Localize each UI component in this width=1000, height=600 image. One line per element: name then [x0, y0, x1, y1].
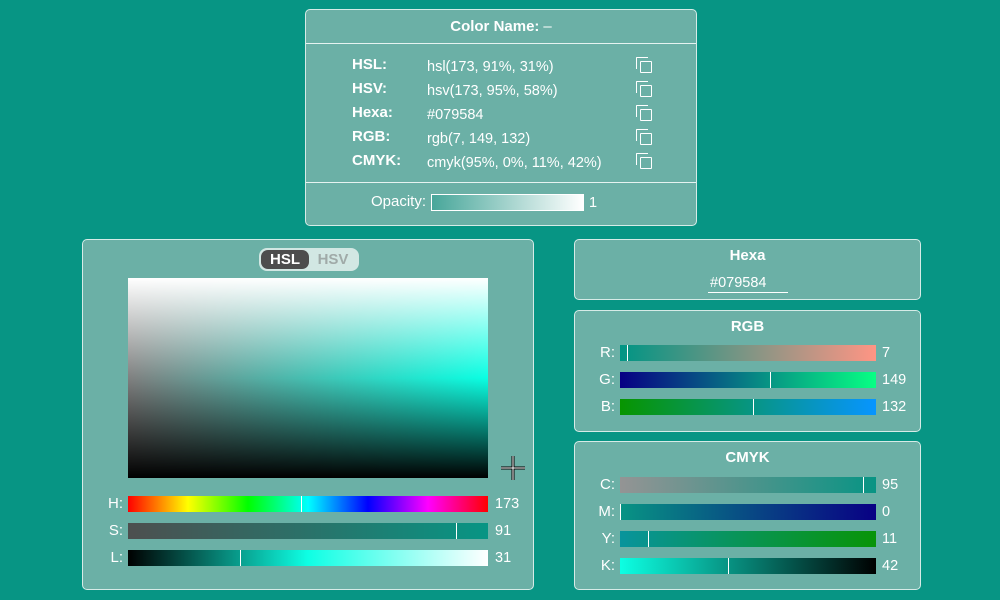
hexa-input[interactable]	[708, 274, 788, 293]
rgb-value: rgb(7, 149, 132)	[427, 131, 531, 147]
key-slider-row: K: 42	[575, 557, 920, 575]
hexa-value: #079584	[427, 107, 484, 123]
yellow-slider-row: Y: 11	[575, 530, 920, 548]
hsv-row: HSV: hsv(173, 95%, 58%)	[306, 80, 696, 104]
cmyk-row: CMYK: cmyk(95%, 0%, 11%, 42%)	[306, 152, 696, 176]
opacity-value: 1	[589, 195, 598, 211]
key-value: 42	[882, 558, 899, 574]
lightness-slider-row: L: 31	[83, 549, 533, 567]
hexa-label: Hexa:	[352, 104, 393, 121]
yellow-slider[interactable]	[620, 531, 876, 547]
saturation-slider-row: S: 91	[83, 522, 533, 540]
cmyk-title: CMYK	[725, 449, 770, 466]
magenta-label: M:	[598, 503, 615, 520]
saturation-slider-thumb[interactable]	[455, 523, 457, 539]
mode-hsl-option[interactable]: HSL	[261, 250, 309, 269]
cyan-slider-row: C: 95	[575, 476, 920, 494]
lightness-label: L:	[110, 549, 123, 566]
blue-slider-row: B: 132	[575, 398, 920, 416]
magenta-value: 0	[882, 504, 891, 520]
hexa-row: Hexa: #079584	[306, 104, 696, 128]
divider	[306, 182, 696, 183]
hexa-title: Hexa	[729, 247, 766, 264]
color-format-list: HSL: hsl(173, 91%, 31%) HSV: hsv(173, 95…	[306, 56, 696, 176]
cyan-slider-thumb[interactable]	[863, 477, 865, 493]
green-slider[interactable]	[620, 372, 876, 388]
blue-label: B:	[600, 398, 615, 415]
blue-value: 132	[882, 399, 907, 415]
opacity-label: Opacity:	[371, 193, 427, 210]
lightness-slider-thumb[interactable]	[239, 550, 241, 566]
color-picker-panel: HSL HSV H: 173 S: 91 L: 31	[82, 239, 534, 590]
hsl-label: HSL:	[352, 56, 387, 73]
copy-icon[interactable]	[636, 129, 654, 147]
color-name-header: Color Name: –	[306, 10, 696, 44]
green-value: 149	[882, 372, 907, 388]
yellow-value: 11	[882, 531, 898, 547]
saturation-label: S:	[108, 522, 123, 539]
hue-slider-thumb[interactable]	[300, 496, 302, 512]
rgb-panel: RGB R: 7 G: 149 B: 132	[574, 310, 921, 432]
blue-slider[interactable]	[620, 399, 876, 415]
red-label: R:	[600, 344, 615, 361]
hsv-label: HSV:	[352, 80, 388, 97]
cyan-slider[interactable]	[620, 477, 876, 493]
red-slider-row: R: 7	[575, 344, 920, 362]
red-value: 7	[882, 345, 891, 361]
rgb-row: RGB: rgb(7, 149, 132)	[306, 128, 696, 152]
opacity-row: Opacity: 1	[306, 193, 696, 213]
hue-slider[interactable]	[128, 496, 488, 512]
green-label: G:	[599, 371, 615, 388]
green-slider-thumb[interactable]	[769, 372, 771, 388]
color-name-label: Color Name:	[450, 18, 540, 35]
cmyk-label: CMYK:	[352, 152, 402, 169]
magenta-slider-thumb[interactable]	[620, 504, 621, 520]
yellow-label: Y:	[601, 530, 615, 547]
lightness-slider[interactable]	[128, 550, 488, 566]
mode-hsv-option[interactable]: HSV	[309, 250, 357, 269]
cmyk-panel: CMYK C: 95 M: 0 Y: 11 K: 42	[574, 441, 921, 590]
hue-value: 173	[495, 496, 520, 512]
rgb-label: RGB:	[352, 128, 391, 145]
green-slider-row: G: 149	[575, 371, 920, 389]
red-slider[interactable]	[620, 345, 876, 361]
hexa-panel: Hexa	[574, 239, 921, 300]
copy-icon[interactable]	[636, 81, 654, 99]
color-name-value: –	[543, 18, 552, 35]
cmyk-value: cmyk(95%, 0%, 11%, 42%)	[427, 155, 602, 171]
yellow-slider-thumb[interactable]	[648, 531, 650, 547]
red-slider-thumb[interactable]	[626, 345, 628, 361]
copy-icon[interactable]	[636, 153, 654, 171]
copy-icon[interactable]	[636, 105, 654, 123]
key-label: K:	[600, 557, 615, 574]
cyan-label: C:	[600, 476, 615, 493]
key-slider[interactable]	[620, 558, 876, 574]
blue-slider-thumb[interactable]	[752, 399, 754, 415]
hue-label: H:	[108, 495, 123, 512]
cyan-value: 95	[882, 477, 899, 493]
hsl-value: hsl(173, 91%, 31%)	[427, 59, 554, 75]
color-info-panel: Color Name: – HSL: hsl(173, 91%, 31%) HSV…	[305, 9, 697, 226]
mode-toggle[interactable]: HSL HSV	[259, 248, 359, 271]
hsv-value: hsv(173, 95%, 58%)	[427, 83, 558, 99]
copy-icon[interactable]	[636, 57, 654, 75]
key-slider-thumb[interactable]	[727, 558, 729, 574]
hue-slider-row: H: 173	[83, 495, 533, 513]
hsl-row: HSL: hsl(173, 91%, 31%)	[306, 56, 696, 80]
saturation-value: 91	[495, 523, 512, 539]
lightness-value: 31	[495, 550, 512, 566]
saturation-lightness-area[interactable]	[128, 278, 525, 480]
crosshair-icon[interactable]	[501, 456, 525, 480]
magenta-slider-row: M: 0	[575, 503, 920, 521]
opacity-slider[interactable]	[431, 194, 584, 211]
saturation-slider[interactable]	[128, 523, 488, 539]
magenta-slider[interactable]	[620, 504, 876, 520]
rgb-title: RGB	[730, 318, 765, 335]
